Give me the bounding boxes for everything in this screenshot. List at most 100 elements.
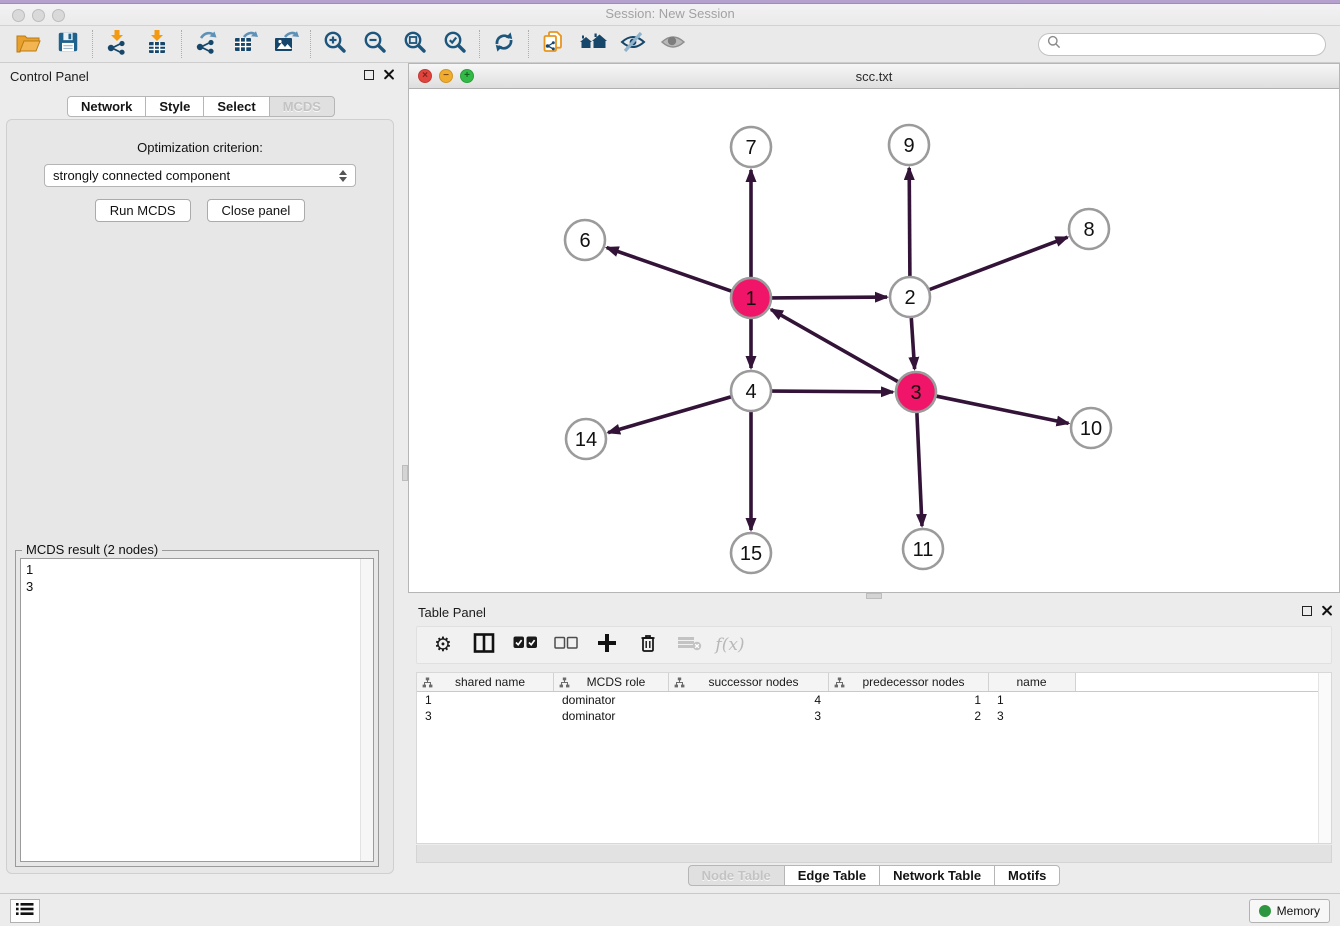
save-session-button[interactable] [48,29,88,60]
tab-edge-table[interactable]: Edge Table [784,865,880,886]
run-mcds-button[interactable]: Run MCDS [95,199,191,222]
deselect-all-button[interactable] [552,631,580,659]
column-header-shared-name[interactable]: shared name [417,673,554,691]
first-neighbors-button[interactable] [573,29,613,60]
task-history-button[interactable] [10,899,40,923]
gear-icon: ⚙ [434,635,452,655]
table-header-row: shared nameMCDS rolesuccessor nodesprede… [417,673,1331,692]
export-table-icon [232,29,260,60]
tab-network-table[interactable]: Network Table [879,865,995,886]
refresh-layout-button[interactable] [484,29,524,60]
table-cell[interactable]: 2 [829,708,989,724]
table-cell[interactable]: dominator [554,708,669,724]
fx-icon: f(x) [715,635,744,655]
float-table-panel-icon[interactable] [1302,606,1312,616]
table-scrollbar[interactable] [1318,673,1331,843]
table-row[interactable]: 3dominator323 [417,708,1331,724]
import-network-button[interactable] [97,29,137,60]
search-box[interactable] [1038,33,1326,56]
table-cell[interactable]: 1 [417,692,554,708]
function-builder-button[interactable]: f(x) [716,631,744,659]
graph-edge-3-10[interactable] [937,396,1069,423]
hide-selected-button[interactable] [613,29,653,60]
memory-button[interactable]: Memory [1249,899,1330,923]
export-image-button[interactable] [266,29,306,60]
graph-node-10[interactable]: 10 [1071,408,1111,448]
float-panel-icon[interactable] [364,70,374,80]
table-settings-button[interactable]: ⚙ [429,631,457,659]
eye-icon [659,30,687,59]
network-graph[interactable]: 7 9 6 8 1 2 4 3 14 10 15 11 [409,89,1339,592]
graph-edge-1-6[interactable] [607,248,732,292]
delete-table-button[interactable] [675,631,703,659]
zoom-out-button[interactable] [355,29,395,60]
tab-network[interactable]: Network [67,96,146,117]
graph-edge-3-1[interactable] [771,309,898,381]
list-icon [16,902,34,921]
mcds-result-textarea[interactable]: 13 [20,558,374,862]
zoom-selected-button[interactable] [435,29,475,60]
graph-edge-3-11[interactable] [917,413,922,526]
show-all-button[interactable] [653,29,693,60]
graph-node-14[interactable]: 14 [566,419,606,459]
graph-edge-4-14[interactable] [608,397,731,433]
table-toolbar: ⚙ f(x) [416,626,1332,664]
mcds-result-line: 1 [26,561,354,578]
export-image-icon [272,29,300,60]
tab-motifs[interactable]: Motifs [994,865,1060,886]
graph-node-11[interactable]: 11 [903,529,943,569]
table-cell[interactable]: dominator [554,692,669,708]
graph-node-1[interactable]: 1 [731,278,771,318]
open-file-button[interactable] [8,29,48,60]
table-cell[interactable]: 3 [417,708,554,724]
zoom-in-button[interactable] [315,29,355,60]
table-cell[interactable]: 1 [989,692,1076,708]
graph-node-4[interactable]: 4 [731,371,771,411]
add-column-button[interactable] [593,631,621,659]
table-cell[interactable]: 3 [669,708,829,724]
table-cell[interactable]: 4 [669,692,829,708]
tab-style[interactable]: Style [145,96,204,117]
tab-node-table[interactable]: Node Table [688,865,785,886]
tab-select[interactable]: Select [203,96,269,117]
close-panel-button[interactable]: Close panel [207,199,306,222]
search-input[interactable] [1065,35,1325,54]
close-panel-icon[interactable] [383,69,394,80]
zoom-fit-button[interactable] [395,29,435,60]
graph-node-2[interactable]: 2 [890,277,930,317]
graph-edge-2-3[interactable] [911,318,914,369]
graph-node-15[interactable]: 15 [731,533,771,573]
graph-edge-4-3[interactable] [772,391,893,392]
graph-edge-2-9[interactable] [909,168,910,276]
select-all-button[interactable] [511,631,539,659]
column-layout-button[interactable] [470,631,498,659]
column-header-mcds-role[interactable]: MCDS role [554,673,669,691]
table-row[interactable]: 1dominator411 [417,692,1331,708]
close-table-panel-icon[interactable] [1321,605,1332,616]
tab-mcds[interactable]: MCDS [269,96,335,117]
graph-node-9[interactable]: 9 [889,125,929,165]
graph-edge-2-8[interactable] [930,237,1068,289]
network-canvas[interactable]: 7 9 6 8 1 2 4 3 14 10 15 11 [409,89,1339,592]
delete-column-button[interactable] [634,631,662,659]
column-header-successor-nodes[interactable]: successor nodes [669,673,829,691]
export-network-button[interactable] [186,29,226,60]
graph-node-6[interactable]: 6 [565,220,605,260]
column-header-name[interactable]: name [989,673,1076,691]
export-table-button[interactable] [226,29,266,60]
network-view-window: × − + scc.txt 7968124314101511 [408,63,1340,593]
mcds-result-scrollbar[interactable] [360,559,373,861]
criterion-select[interactable]: strongly connected component [44,164,356,187]
zoom-fit-icon [402,29,428,60]
open-network-in-browser-button[interactable] [533,29,573,60]
import-table-button[interactable] [137,29,177,60]
graph-edge-1-2[interactable] [772,297,887,298]
table-cell[interactable]: 1 [829,692,989,708]
graph-node-3[interactable]: 3 [896,372,936,412]
graph-node-8[interactable]: 8 [1069,209,1109,249]
table-cell[interactable]: 3 [989,708,1076,724]
mcds-result-line: 3 [26,578,354,595]
node-table[interactable]: shared nameMCDS rolesuccessor nodesprede… [416,672,1332,844]
graph-node-7[interactable]: 7 [731,127,771,167]
column-header-predecessor-nodes[interactable]: predecessor nodes [829,673,989,691]
